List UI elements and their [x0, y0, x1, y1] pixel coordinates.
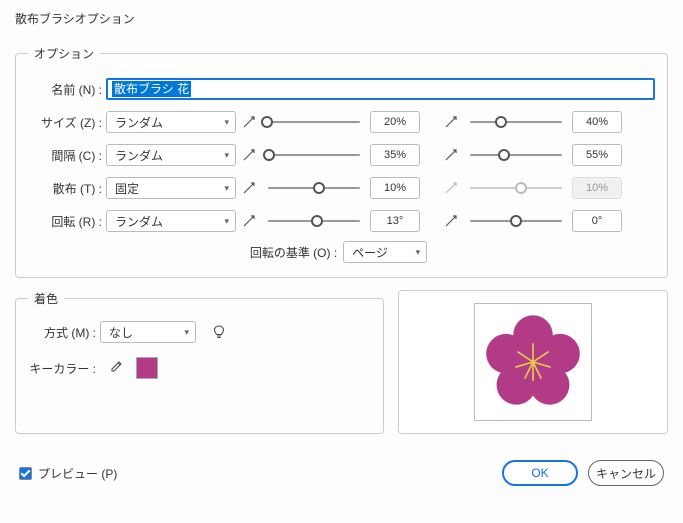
flip-icon[interactable]	[242, 180, 258, 196]
rotation-axis-select[interactable]: ページ▾	[343, 241, 427, 263]
rotation-value-2[interactable]: 0°	[572, 210, 622, 232]
preview-checkbox-label: プレビュー (P)	[38, 465, 117, 482]
name-row: 名前 (N) : 散布ブラシ 花	[28, 76, 655, 102]
flip-icon[interactable]	[242, 114, 258, 130]
name-input[interactable]: 散布ブラシ 花	[106, 78, 655, 100]
checkbox-icon	[19, 467, 32, 480]
rotation-value-1[interactable]: 13°	[370, 210, 420, 232]
keycolor-swatch[interactable]	[136, 357, 158, 379]
name-label: 名前 (N) :	[28, 81, 106, 98]
rotation-mode-select[interactable]: ランダム▾	[106, 210, 236, 232]
eyedropper-icon[interactable]	[106, 359, 124, 377]
rotation-slider-1[interactable]	[264, 211, 364, 231]
ok-button[interactable]: OK	[502, 460, 578, 486]
chevron-down-icon: ▾	[416, 247, 421, 258]
flip-icon[interactable]	[444, 114, 460, 130]
scatter-slider-2	[466, 178, 566, 198]
method-row: 方式 (M) : なし▾	[28, 321, 371, 343]
size-row: サイズ (Z) : ランダム▾ 20% 40%	[28, 109, 655, 135]
scatter-mode-select[interactable]: 固定▾	[106, 177, 236, 199]
chevron-down-icon: ▾	[224, 150, 229, 161]
flip-icon[interactable]	[242, 213, 258, 229]
color-fieldset: 着色 方式 (M) : なし▾ キーカラー :	[15, 290, 384, 434]
chevron-down-icon: ▾	[184, 327, 189, 338]
flip-icon[interactable]	[444, 147, 460, 163]
rotation-slider-2[interactable]	[466, 211, 566, 231]
spacing-label: 間隔 (C) :	[28, 147, 106, 164]
color-legend: 着色	[28, 290, 64, 307]
preview-thumbnail	[474, 303, 592, 421]
scatter-value-1[interactable]: 10%	[370, 177, 420, 199]
dialog: 散布ブラシオプション オプション 名前 (N) : 散布ブラシ 花 サイズ (Z…	[0, 0, 683, 498]
spacing-slider-2[interactable]	[466, 145, 566, 165]
options-legend: オプション	[28, 45, 100, 62]
flip-icon[interactable]	[242, 147, 258, 163]
spacing-value-1[interactable]: 35%	[370, 144, 420, 166]
keycolor-row: キーカラー :	[28, 357, 371, 379]
rotation-row: 回転 (R) : ランダム▾ 13° 0°	[28, 208, 655, 234]
preview-panel	[398, 290, 668, 434]
size-mode-select[interactable]: ランダム▾	[106, 111, 236, 133]
keycolor-label: キーカラー :	[28, 360, 100, 377]
flip-icon	[444, 180, 460, 196]
spacing-value-2[interactable]: 55%	[572, 144, 622, 166]
spacing-slider-1[interactable]	[264, 145, 364, 165]
spacing-mode-select[interactable]: ランダム▾	[106, 144, 236, 166]
rotation-axis-label: 回転の基準 (O) :	[250, 244, 337, 261]
preview-checkbox[interactable]: プレビュー (P)	[19, 465, 117, 482]
lightbulb-icon[interactable]	[210, 323, 228, 341]
rotation-label: 回転 (R) :	[28, 213, 106, 230]
chevron-down-icon: ▾	[224, 183, 229, 194]
cancel-button[interactable]: キャンセル	[588, 460, 664, 486]
scatter-label: 散布 (T) :	[28, 180, 106, 197]
size-slider-2[interactable]	[466, 112, 566, 132]
size-value-2[interactable]: 40%	[572, 111, 622, 133]
method-select[interactable]: なし▾	[100, 321, 196, 343]
options-fieldset: オプション 名前 (N) : 散布ブラシ 花 サイズ (Z) : ランダム▾ 2…	[15, 45, 668, 278]
rotation-axis-row: 回転の基準 (O) : ページ▾	[28, 241, 655, 263]
scatter-value-2: 10%	[572, 177, 622, 199]
dialog-title: 散布ブラシオプション	[15, 10, 668, 27]
spacing-row: 間隔 (C) : ランダム▾ 35% 55%	[28, 142, 655, 168]
size-label: サイズ (Z) :	[28, 114, 106, 131]
method-label: 方式 (M) :	[28, 324, 100, 341]
size-value-1[interactable]: 20%	[370, 111, 420, 133]
chevron-down-icon: ▾	[224, 117, 229, 128]
scatter-row: 散布 (T) : 固定▾ 10% 10%	[28, 175, 655, 201]
scatter-slider-1[interactable]	[264, 178, 364, 198]
size-slider-1[interactable]	[264, 112, 364, 132]
footer: プレビュー (P) OK キャンセル	[15, 460, 668, 486]
flip-icon[interactable]	[444, 213, 460, 229]
flower-icon	[481, 310, 585, 414]
chevron-down-icon: ▾	[224, 216, 229, 227]
